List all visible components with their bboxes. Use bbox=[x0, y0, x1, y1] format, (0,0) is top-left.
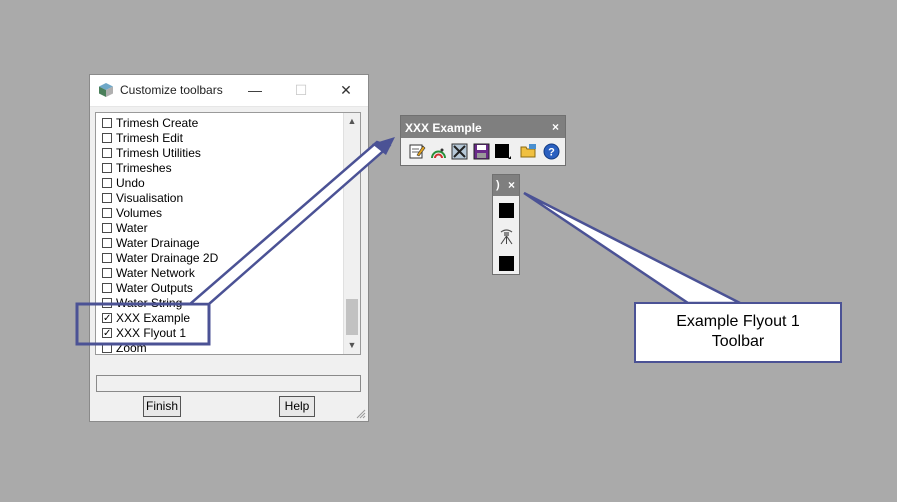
toolbar-checkbox[interactable] bbox=[102, 283, 112, 293]
help-button[interactable]: Help bbox=[279, 396, 315, 417]
xxx-example-toolbar: XXX Example × ? bbox=[400, 115, 566, 166]
toolbar-list-item[interactable]: Trimesh Utilities bbox=[99, 146, 344, 161]
folder-icon[interactable] bbox=[520, 143, 537, 160]
callout-pointer-2 bbox=[523, 191, 741, 305]
toolbar-checkbox[interactable] bbox=[102, 163, 112, 173]
toolbar-item-label: Trimesh Edit bbox=[116, 131, 183, 145]
callout-line-2: Toolbar bbox=[711, 333, 765, 350]
toolbar-checkbox[interactable] bbox=[102, 268, 112, 278]
dialog-title: Customize toolbars bbox=[120, 83, 223, 97]
maximize-button[interactable]: ☐ bbox=[278, 75, 324, 106]
toolbar-list-item[interactable]: Zoom bbox=[99, 341, 344, 355]
toolbar-list-item[interactable]: Volumes bbox=[99, 206, 344, 221]
toolbar-list-item[interactable]: ✓ XXX Flyout 1 bbox=[99, 326, 344, 341]
toolbar-checkbox[interactable] bbox=[102, 238, 112, 248]
toolbar-list-item[interactable]: Undo bbox=[99, 176, 344, 191]
toolbar-list-rows: Trimesh Create Trimesh Edit Trimesh Utilit… bbox=[99, 116, 344, 355]
toolbar-list-item[interactable]: Water Drainage 2D bbox=[99, 251, 344, 266]
toolbar-list-item[interactable]: Water Network bbox=[99, 266, 344, 281]
toolbar-checkbox[interactable] bbox=[102, 253, 112, 263]
black-square-flyout-icon[interactable] bbox=[494, 143, 511, 160]
minimize-button[interactable]: — bbox=[232, 75, 278, 106]
scroll-down-icon[interactable]: ▼ bbox=[344, 337, 360, 354]
toolbar-checkbox[interactable] bbox=[102, 148, 112, 158]
callout-line-1: Example Flyout 1 bbox=[676, 313, 800, 330]
toolbar-item-label: Water Outputs bbox=[116, 281, 193, 295]
toolbar-item-label: Volumes bbox=[116, 206, 163, 220]
toolbar-list-item[interactable]: Trimesh Create bbox=[99, 116, 344, 131]
toolbar-list-item[interactable]: Water Drainage bbox=[99, 236, 344, 251]
black-square-icon[interactable] bbox=[498, 202, 515, 219]
svg-text:?: ? bbox=[548, 147, 555, 159]
list-scrollbar[interactable]: ▲ ▼ bbox=[343, 113, 360, 354]
toolbar-checkbox[interactable] bbox=[102, 298, 112, 308]
callout-arrowhead-1 bbox=[372, 137, 395, 155]
close-button[interactable]: ✕ bbox=[323, 75, 369, 106]
toolbar-list[interactable]: Trimesh Create Trimesh Edit Trimesh Utilit… bbox=[95, 112, 361, 355]
toolbar-item-label: Trimesh Create bbox=[116, 116, 199, 130]
edit-icon[interactable] bbox=[409, 143, 426, 160]
scroll-up-icon[interactable]: ▲ bbox=[344, 113, 360, 130]
toolbar-checkbox[interactable] bbox=[102, 208, 112, 218]
toolbar-checkbox[interactable]: ✓ bbox=[102, 313, 112, 324]
toolbar-close-button[interactable]: × bbox=[552, 120, 559, 134]
toolbar-list-item[interactable]: Water String bbox=[99, 296, 344, 311]
rainbow-icon[interactable] bbox=[430, 143, 447, 160]
dialog-titlebar[interactable]: Customize toolbars — ☐ ✕ bbox=[90, 75, 368, 107]
toolbar-item-label: Zoom bbox=[116, 341, 147, 355]
toolbar-item-label: XXX Flyout 1 bbox=[116, 326, 187, 340]
flyout-title: ) bbox=[496, 179, 500, 191]
toolbar-item-label: XXX Example bbox=[116, 311, 191, 325]
toolbar-checkbox[interactable] bbox=[102, 118, 112, 128]
toolbar-item-label: Water Drainage 2D bbox=[116, 251, 219, 265]
toolbar-item-label: Water Drainage bbox=[116, 236, 200, 250]
toolbar-list-item[interactable]: Water Outputs bbox=[99, 281, 344, 296]
toolbar-checkbox[interactable] bbox=[102, 223, 112, 233]
flyout-close-button[interactable]: × bbox=[508, 178, 515, 192]
toolbar-item-label: Undo bbox=[116, 176, 145, 190]
toolbar-item-label: Water bbox=[116, 221, 148, 235]
survey-instrument-icon[interactable] bbox=[498, 228, 515, 245]
message-field bbox=[96, 375, 361, 392]
toolbar-item-label: Water String bbox=[116, 296, 183, 310]
toolbar-list-item[interactable]: ✓ XXX Example bbox=[99, 311, 344, 326]
scroll-thumb[interactable] bbox=[346, 299, 358, 335]
toolbar-checkbox[interactable] bbox=[102, 343, 112, 353]
toolbar-item-label: Visualisation bbox=[116, 191, 184, 205]
toolbar-item-label: Trimeshes bbox=[116, 161, 172, 175]
xxx-flyout-1-toolbar: ) × bbox=[492, 174, 520, 275]
app-icon bbox=[99, 83, 113, 97]
toolbar-list-item[interactable]: Trimesh Edit bbox=[99, 131, 344, 146]
customize-toolbars-dialog: Customize toolbars — ☐ ✕ Trimesh Create T… bbox=[89, 74, 369, 422]
toolbar-item-label: Water Network bbox=[116, 266, 195, 280]
resize-grip-icon[interactable] bbox=[356, 409, 366, 419]
flyout-titlebar[interactable]: ) × bbox=[493, 175, 519, 196]
toolbar-list-item[interactable]: Water bbox=[99, 221, 344, 236]
tools-icon[interactable] bbox=[451, 143, 468, 160]
toolbar-title: XXX Example bbox=[405, 121, 482, 135]
help-icon[interactable]: ? bbox=[543, 143, 560, 160]
toolbar-list-item[interactable]: Visualisation bbox=[99, 191, 344, 206]
save-icon[interactable] bbox=[473, 143, 490, 160]
toolbar-checkbox[interactable]: ✓ bbox=[102, 328, 112, 339]
finish-button[interactable]: Finish bbox=[143, 396, 181, 417]
toolbar-list-item[interactable]: Trimeshes bbox=[99, 161, 344, 176]
black-square-icon[interactable] bbox=[498, 255, 515, 272]
annotation-callout: Example Flyout 1 Toolbar bbox=[634, 302, 842, 363]
toolbar-checkbox[interactable] bbox=[102, 193, 112, 203]
toolbar-titlebar[interactable]: XXX Example × bbox=[401, 116, 565, 138]
toolbar-checkbox[interactable] bbox=[102, 133, 112, 143]
toolbar-checkbox[interactable] bbox=[102, 178, 112, 188]
toolbar-item-label: Trimesh Utilities bbox=[116, 146, 201, 160]
